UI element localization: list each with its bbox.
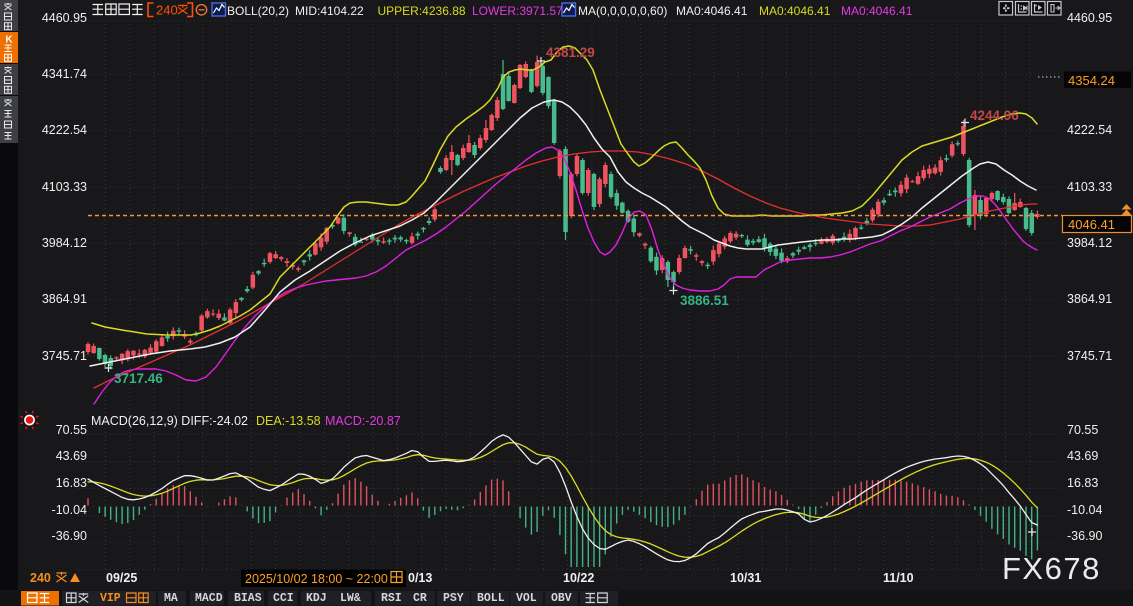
svg-text:K: K (5, 35, 13, 46)
svg-text:240: 240 (156, 3, 178, 18)
